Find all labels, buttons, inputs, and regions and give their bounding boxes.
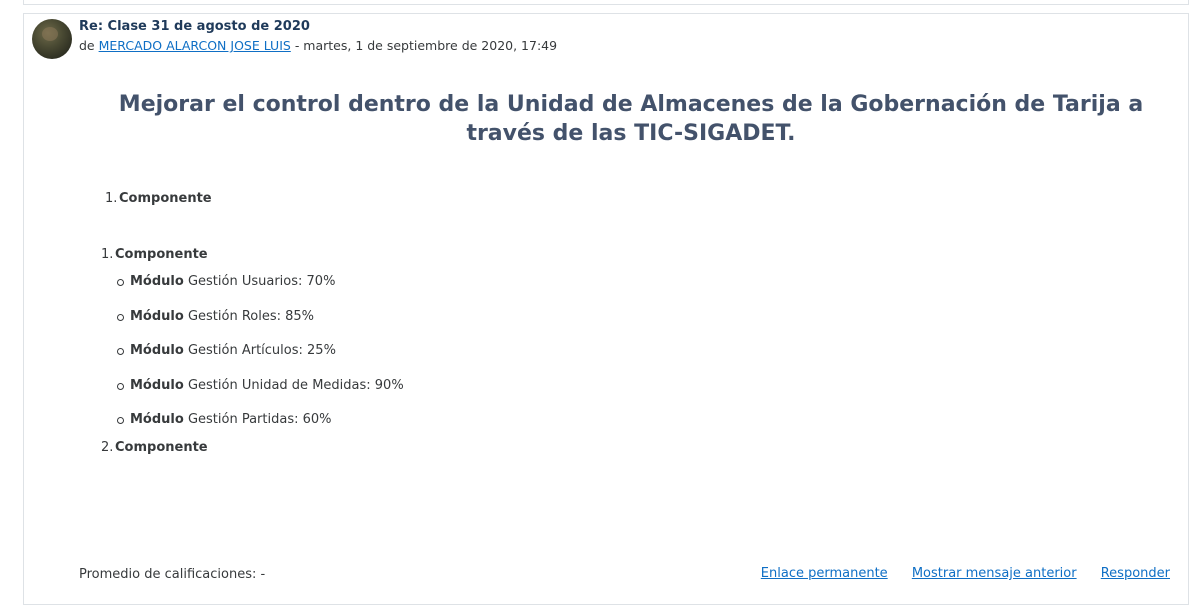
post-actions: Enlace permanente Mostrar mensaje anteri…: [741, 566, 1170, 581]
module-item: Módulo Gestión Artículos: 25%: [101, 334, 404, 369]
show-parent-link[interactable]: Mostrar mensaje anterior: [912, 566, 1077, 581]
author-avatar[interactable]: [32, 19, 72, 59]
list-number: 1.: [101, 247, 114, 262]
module-text: Gestión Partidas: 60%: [183, 412, 332, 427]
permalink-link[interactable]: Enlace permanente: [761, 566, 888, 581]
author-link[interactable]: MERCADO ALARCON JOSE LUIS: [99, 38, 291, 53]
list-number: 1.: [105, 191, 118, 206]
circle-bullet-icon: [117, 382, 124, 390]
module-text: Gestión Roles: 85%: [183, 308, 315, 324]
forum-post: Re: Clase 31 de agosto de 2020 de MERCAD…: [23, 13, 1189, 605]
module-text: Gestión Artículos: 25%: [183, 343, 336, 358]
list-item: 1. Componente: [101, 245, 404, 265]
module-bold-label: Módulo: [130, 308, 184, 324]
circle-bullet-icon: [117, 313, 124, 321]
list-item: 1. Componente: [105, 191, 212, 206]
post-subject: Re: Clase 31 de agosto de 2020: [79, 19, 310, 34]
post-date: - martes, 1 de septiembre de 2020, 17:49: [294, 38, 558, 53]
component-label: Componente: [119, 191, 212, 206]
component-label: Componente: [115, 439, 208, 455]
previous-post-edge: [23, 0, 1189, 5]
module-sublist: Módulo Gestión Usuarios: 70% Módulo Gest…: [101, 265, 404, 438]
module-item: Módulo Gestión Usuarios: 70%: [101, 265, 404, 300]
circle-bullet-icon: [117, 348, 124, 355]
module-sublist-wrapper: Módulo Gestión Usuarios: 70% Módulo Gest…: [101, 265, 404, 438]
reply-link[interactable]: Responder: [1101, 566, 1170, 581]
module-bold-label: Módulo: [130, 343, 184, 358]
module-bold-label: Módulo: [130, 377, 184, 393]
post-headline: Mejorar el control dentro de la Unidad d…: [118, 92, 1144, 146]
post-content: Mejorar el control dentro de la Unidad d…: [79, 90, 1183, 455]
byline-prefix: de: [79, 38, 95, 53]
module-item: Módulo Gestión Roles: 85%: [101, 300, 404, 335]
module-item: Módulo Gestión Partidas: 60%: [101, 403, 404, 438]
component-list-a: 1. Componente: [105, 191, 212, 206]
list-number: 2.: [101, 439, 114, 455]
circle-bullet-icon: [117, 279, 124, 286]
circle-bullet-icon: [117, 417, 124, 424]
module-bold-label: Módulo: [130, 412, 184, 427]
list-item: 2. Componente: [101, 438, 404, 458]
module-text: Gestión Unidad de Medidas: 90%: [183, 377, 404, 393]
component-list-b: 1. Componente Módulo Gestión Usuarios: 70…: [101, 245, 404, 458]
post-byline: de MERCADO ALARCON JOSE LUIS - martes, 1…: [79, 38, 557, 53]
module-item: Módulo Gestión Unidad de Medidas: 90%: [101, 369, 404, 404]
module-bold-label: Módulo: [130, 274, 184, 289]
module-text: Gestión Usuarios: 70%: [183, 274, 336, 289]
component-label: Componente: [115, 247, 208, 262]
rating-average: Promedio de calificaciones: -: [79, 567, 266, 582]
